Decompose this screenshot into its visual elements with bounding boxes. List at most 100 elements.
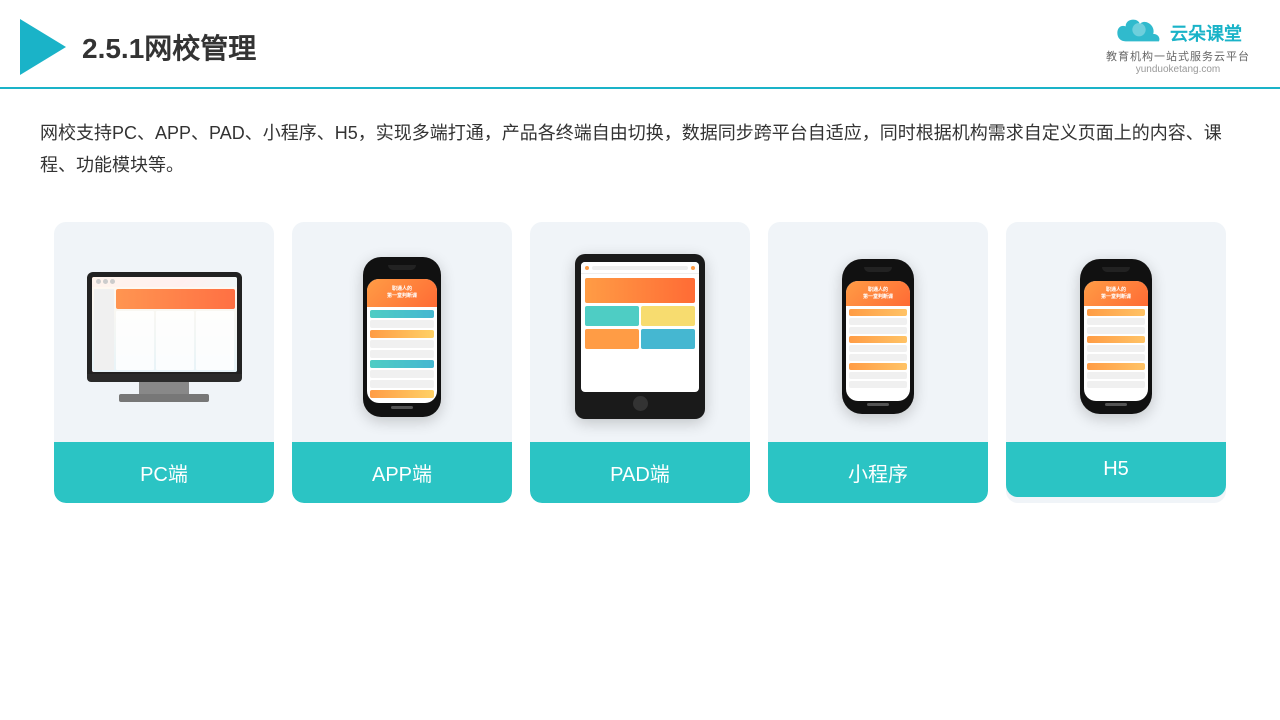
- page-title: 2.5.1网校管理: [82, 27, 256, 67]
- tablet-card: [585, 306, 639, 326]
- pad-label: PAD端: [530, 442, 750, 503]
- tablet-card: [641, 329, 695, 349]
- phone-header: 职通人的第一堂判断课: [367, 279, 437, 307]
- nav-dot: [691, 266, 695, 270]
- phone-home: [1105, 403, 1127, 406]
- screen-cards: [116, 311, 235, 370]
- tablet-body: [581, 274, 699, 353]
- phone-row: [1087, 345, 1145, 352]
- brand-name-container: 云朵课堂: [1170, 20, 1242, 46]
- pc-label: PC端: [54, 442, 274, 503]
- phone-row: [849, 345, 907, 352]
- phone-screen: 职通人的第一堂判断课: [1084, 281, 1148, 401]
- phone-row: [849, 372, 907, 379]
- screen-sidebar: [94, 289, 114, 370]
- phone-header: 职通人的第一堂判断课: [1084, 281, 1148, 306]
- phone-notch: [864, 267, 892, 272]
- phone-header-text: 职通人的第一堂判断课: [387, 286, 417, 299]
- screen-card: [196, 311, 234, 370]
- phone-row: [370, 330, 434, 338]
- phone-screen: 职通人的第一堂判断课: [846, 281, 910, 401]
- h5-phone-device: 职通人的第一堂判断课: [1080, 259, 1152, 414]
- cloud-logo-container: 云朵课堂: [1114, 18, 1242, 48]
- phone-header-text: 职通人的第一堂判断课: [863, 287, 893, 300]
- phone-row: [849, 363, 907, 370]
- phone-row: [849, 327, 907, 334]
- phone-row: [849, 318, 907, 325]
- phone-row: [1087, 363, 1145, 370]
- phone-row: [849, 336, 907, 343]
- phone-notch: [1102, 267, 1130, 272]
- pad-image-area: [530, 222, 750, 442]
- phone-row: [370, 360, 434, 368]
- phone-row: [1087, 381, 1145, 388]
- screen-card: [116, 311, 154, 370]
- nav-dot: [585, 266, 589, 270]
- logo-triangle-icon: [20, 19, 66, 75]
- monitor-base: [119, 394, 209, 402]
- brand-tagline: 教育机构一站式服务云平台: [1106, 48, 1250, 64]
- tablet-home-button: [633, 396, 648, 411]
- phone-row: [849, 381, 907, 388]
- tablet-banner: [585, 278, 695, 303]
- phone-row: [1087, 309, 1145, 316]
- miniprogram-card: 职通人的第一堂判断课 小程序: [768, 222, 988, 503]
- phone-row: [1087, 327, 1145, 334]
- phone-row: [370, 370, 434, 378]
- phone-row: [370, 380, 434, 388]
- h5-card: 职通人的第一堂判断课 H5: [1006, 222, 1226, 503]
- phone-row: [370, 340, 434, 348]
- phone-row: [1087, 372, 1145, 379]
- screen-nav: [92, 277, 237, 287]
- tablet-device: [575, 254, 705, 419]
- header-left: 2.5.1网校管理: [20, 19, 256, 75]
- phone-row: [849, 309, 907, 316]
- nav-dot: [103, 279, 108, 284]
- device-cards-container: PC端 职通人的第一堂判断课: [0, 192, 1280, 533]
- nav-dot: [96, 279, 101, 284]
- miniprogram-image-area: 职通人的第一堂判断课: [768, 222, 988, 442]
- monitor-screen-outer: [87, 272, 242, 374]
- phone-screen: 职通人的第一堂判断课: [367, 279, 437, 403]
- tablet-nav: [581, 262, 699, 274]
- tablet-screen: [581, 262, 699, 392]
- app-card: 职通人的第一堂判断课 APP端: [292, 222, 512, 503]
- monitor-stand: [139, 382, 189, 394]
- phone-row: [370, 390, 434, 398]
- phone-body: [1084, 306, 1148, 391]
- phone-row: [1087, 336, 1145, 343]
- brand-logo: 云朵课堂 教育机构一站式服务云平台 yunduoketang.com: [1106, 18, 1250, 75]
- nav-dot: [110, 279, 115, 284]
- pc-image-area: [54, 222, 274, 442]
- screen-main: [116, 289, 235, 370]
- app-label: APP端: [292, 442, 512, 503]
- phone-home: [867, 403, 889, 406]
- phone-row: [1087, 318, 1145, 325]
- description-text: 网校支持PC、APP、PAD、小程序、H5，实现多端打通，产品各终端自由切换，数…: [0, 89, 1280, 192]
- phone-row: [370, 310, 434, 318]
- monitor-chin: [87, 374, 242, 382]
- cloud-icon: [1114, 18, 1164, 48]
- phone-row: [370, 350, 434, 358]
- phone-header-text: 职通人的第一堂判断课: [1101, 287, 1131, 300]
- screen-body: [92, 287, 237, 372]
- app-image-area: 职通人的第一堂判断课: [292, 222, 512, 442]
- phone-row: [1087, 354, 1145, 361]
- brand-url: yunduoketang.com: [1136, 64, 1221, 75]
- phone-row: [849, 354, 907, 361]
- phone-header: 职通人的第一堂判断课: [846, 281, 910, 306]
- tablet-cards: [585, 306, 695, 326]
- screen-content: [92, 277, 237, 372]
- pad-card: PAD端: [530, 222, 750, 503]
- nav-bar: [592, 266, 688, 270]
- app-phone-device: 职通人的第一堂判断课: [363, 257, 441, 417]
- phone-body: [846, 306, 910, 391]
- miniprogram-label: 小程序: [768, 442, 988, 503]
- miniprogram-phone-device: 职通人的第一堂判断课: [842, 259, 914, 414]
- h5-image-area: 职通人的第一堂判断课: [1006, 222, 1226, 442]
- pc-card: PC端: [54, 222, 274, 503]
- h5-label: H5: [1006, 442, 1226, 497]
- screen-card: [156, 311, 194, 370]
- phone-row: [370, 320, 434, 328]
- phone-notch: [388, 265, 416, 270]
